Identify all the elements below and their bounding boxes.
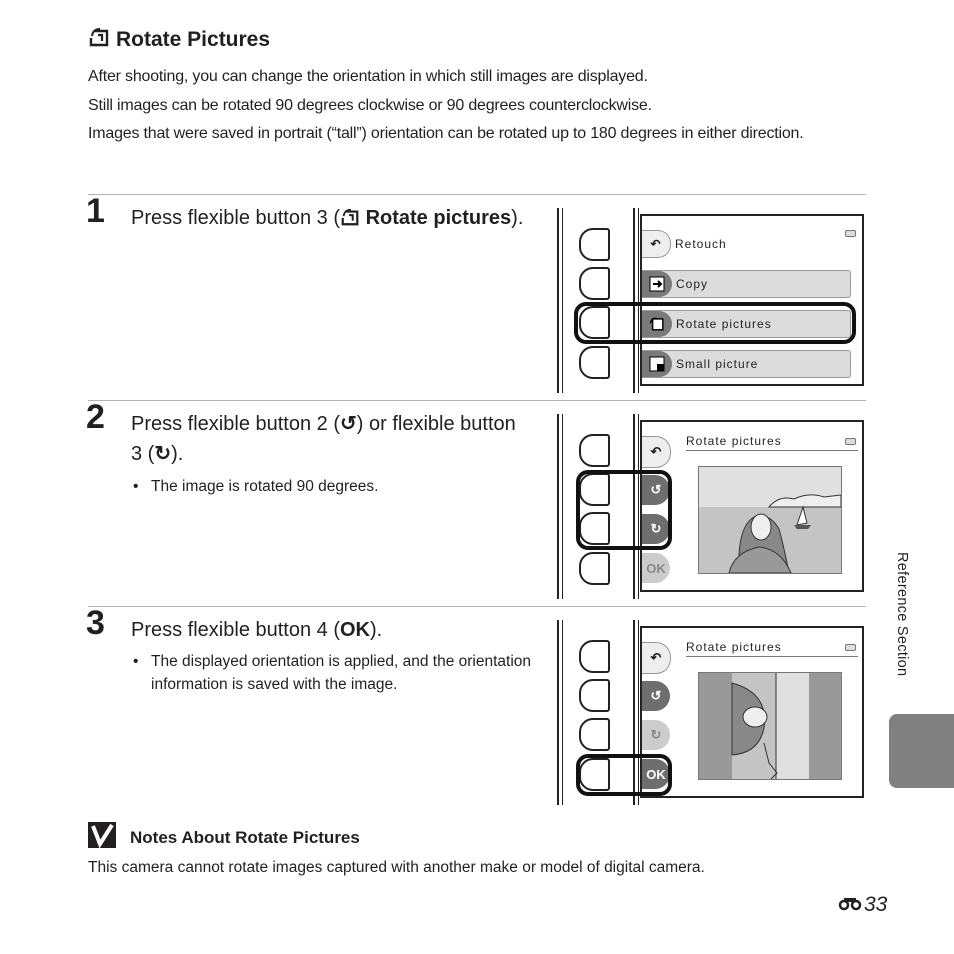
note-body: This camera cannot rotate images capture… [88, 859, 705, 876]
lcd-screen: ↶ ↺ ↻ OK Rotate pictures [640, 420, 864, 592]
intro-line: Images that were saved in portrait (“tal… [88, 125, 804, 142]
step-2-text: Press flexible button 2 (↺) or flexible … [131, 413, 516, 465]
lcd-screen: ↶ ↺ ↻ OK Rotate pictures [640, 626, 864, 798]
flexible-button-2[interactable] [579, 267, 610, 300]
back-button[interactable]: ↶ Retouch [642, 230, 727, 258]
small-picture-icon [642, 351, 672, 377]
rotate-ccw-icon[interactable]: ↺ [642, 681, 670, 711]
back-icon[interactable]: ↶ [642, 642, 671, 674]
camera-screen-step-3: ↶ ↺ ↻ OK Rotate pictures [552, 620, 867, 805]
intro-line: After shooting, you can change the orien… [88, 68, 648, 85]
rotate-pictures-icon [340, 206, 360, 236]
step-1-text: Press flexible button 3 ( Rotate picture… [131, 203, 531, 236]
divider [88, 194, 866, 195]
screen-title: Rotate pictures [686, 640, 858, 657]
page-title: Rotate Pictures [116, 28, 271, 51]
flexible-button-4[interactable] [579, 346, 610, 379]
photo-preview [698, 466, 842, 574]
back-icon[interactable]: ↶ [642, 436, 671, 468]
battery-icon [845, 644, 856, 651]
intro-line: Still images can be rotated 90 degrees c… [88, 97, 652, 114]
section-label: Reference Section [894, 552, 910, 677]
rotate-ccw-icon: ↺ [340, 413, 357, 435]
photo-preview-rotated [698, 672, 842, 780]
page-heading: Rotate Pictures [88, 26, 270, 54]
screen-title: Rotate pictures [686, 434, 858, 451]
battery-icon [845, 438, 856, 445]
back-icon: ↶ [642, 230, 671, 258]
highlight-frame [576, 470, 672, 550]
flexible-button-3[interactable] [579, 718, 610, 751]
step-number: 2 [86, 398, 105, 436]
ok-icon[interactable]: OK [642, 553, 670, 583]
check-icon [88, 822, 116, 853]
copy-icon [642, 271, 672, 297]
step-number: 1 [86, 192, 105, 230]
rotate-pictures-icon [88, 26, 110, 54]
highlight-frame [576, 754, 672, 796]
flexible-button-2[interactable] [579, 679, 610, 712]
lcd-screen: ↶ Retouch Copy Rotate pictures Small pic… [640, 214, 864, 386]
camera-screen-step-2: ↶ ↺ ↻ OK Rotate pictures [552, 414, 867, 599]
rotate-cw-icon[interactable]: ↻ [642, 720, 670, 750]
divider [88, 400, 866, 401]
flexible-button-1[interactable] [579, 434, 610, 467]
intro-text: After shooting, you can change the orien… [88, 62, 848, 148]
menu-item-copy[interactable]: Copy [642, 270, 851, 298]
divider [88, 606, 866, 607]
flexible-button-4[interactable] [579, 552, 610, 585]
camera-screen-step-1: ↶ Retouch Copy Rotate pictures Small pic… [552, 208, 867, 393]
binoculars-icon [838, 893, 862, 917]
menu-item-small-picture[interactable]: Small picture [642, 350, 851, 378]
flexible-button-1[interactable] [579, 228, 610, 261]
note-heading: Notes About Rotate Pictures [88, 822, 360, 853]
battery-icon [845, 230, 856, 237]
page-number: 33 [838, 893, 887, 917]
step-number: 3 [86, 604, 105, 642]
bullet-item: The image is rotated 90 degrees. [131, 475, 551, 498]
rotate-cw-icon: ↻ [154, 443, 172, 465]
highlight-frame [574, 302, 856, 344]
bullet-item: The displayed orientation is applied, an… [131, 650, 531, 696]
flexible-button-1[interactable] [579, 640, 610, 673]
section-tab [889, 714, 954, 788]
step-3-text: Press flexible button 4 (OK). [131, 619, 383, 641]
